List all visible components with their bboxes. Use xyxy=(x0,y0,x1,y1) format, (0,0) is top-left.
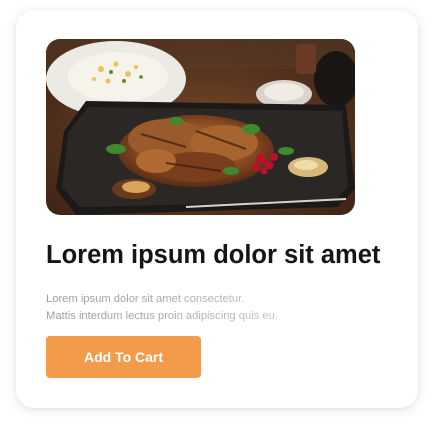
product-description: Lorem ipsum dolor sit amet consectetur. … xyxy=(46,291,366,325)
description-line: Lorem ipsum dolor sit amet consectetur. xyxy=(46,293,245,305)
add-to-cart-button[interactable]: Add To Cart xyxy=(46,336,201,378)
product-image xyxy=(46,39,355,215)
description-line: Mattis interdum lectus proin adipiscing … xyxy=(46,310,278,322)
product-card: Lorem ipsum dolor sit amet Lorem ipsum d… xyxy=(16,10,418,408)
product-title: Lorem ipsum dolor sit amet xyxy=(46,241,381,269)
